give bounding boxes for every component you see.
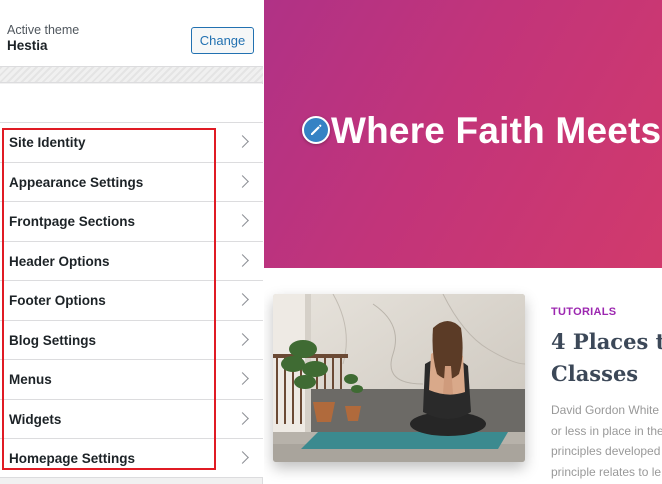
post-featured-image[interactable] <box>273 294 525 462</box>
post-title-line: 4 Places to <box>551 329 662 354</box>
chevron-right-icon <box>236 451 249 464</box>
hero-section: Where Faith Meets C <box>264 0 662 268</box>
menu-item-site-identity[interactable]: Site Identity <box>0 122 263 162</box>
post-excerpt-line: principle relates to le <box>551 464 662 479</box>
chevron-right-icon <box>236 253 249 267</box>
menu-item-label: Footer Options <box>9 293 106 308</box>
site-preview: Where Faith Meets C TUTORIALS 4 Places t… <box>264 0 662 484</box>
post-excerpt: David Gordon White or less in place in t… <box>551 400 662 482</box>
active-theme-caption: Active theme <box>7 23 80 37</box>
menu-item-footer-options[interactable]: Footer Options <box>0 280 263 320</box>
post-category[interactable]: TUTORIALS <box>551 306 616 318</box>
menu-item-blog-settings[interactable]: Blog Settings <box>0 319 263 359</box>
menu-item-frontpage-sections[interactable]: Frontpage Sections <box>0 201 263 241</box>
menu-item-label: Homepage Settings <box>9 451 136 466</box>
menu-item-label: Header Options <box>9 253 110 269</box>
menu-item-label: Blog Settings <box>9 332 96 348</box>
active-theme-name: Hestia <box>7 38 48 53</box>
menu-item-widgets[interactable]: Widgets <box>0 398 263 438</box>
chevron-right-icon <box>236 293 249 306</box>
chevron-right-icon <box>236 332 249 346</box>
post-excerpt-line: principles developed <box>551 444 661 458</box>
section-divider <box>0 67 263 83</box>
chevron-right-icon <box>236 135 249 148</box>
customizer-menu: Site Identity Appearance Settings Frontp… <box>0 122 263 478</box>
menu-item-menus[interactable]: Menus <box>0 359 263 399</box>
menu-item-label: Menus <box>9 372 52 387</box>
pencil-icon[interactable] <box>302 116 330 144</box>
chevron-right-icon <box>236 214 249 227</box>
chevron-right-icon <box>236 174 249 188</box>
menu-item-label: Site Identity <box>9 135 86 150</box>
post-excerpt-line: or less in place in the <box>551 423 662 438</box>
post-title[interactable]: 4 Places to Classes <box>551 326 662 390</box>
hero-title: Where Faith Meets C <box>331 110 662 151</box>
post-title-line: Classes <box>551 361 639 386</box>
menu-item-appearance-settings[interactable]: Appearance Settings <box>0 161 263 201</box>
active-theme-panel: Active theme Hestia Change <box>0 0 263 67</box>
menu-item-label: Appearance Settings <box>9 174 144 190</box>
customizer-sidebar: Active theme Hestia Change Site Identity… <box>0 0 263 484</box>
chevron-right-icon <box>236 372 249 385</box>
change-theme-button[interactable]: Change <box>191 27 254 54</box>
customizer-info-area <box>0 84 263 122</box>
chevron-right-icon <box>236 411 249 425</box>
menu-item-header-options[interactable]: Header Options <box>0 240 263 280</box>
menu-item-label: Frontpage Sections <box>9 214 136 229</box>
menu-item-label: Widgets <box>9 411 62 427</box>
post-excerpt-line: David Gordon White <box>551 403 660 417</box>
menu-item-homepage-settings[interactable]: Homepage Settings <box>0 438 263 478</box>
